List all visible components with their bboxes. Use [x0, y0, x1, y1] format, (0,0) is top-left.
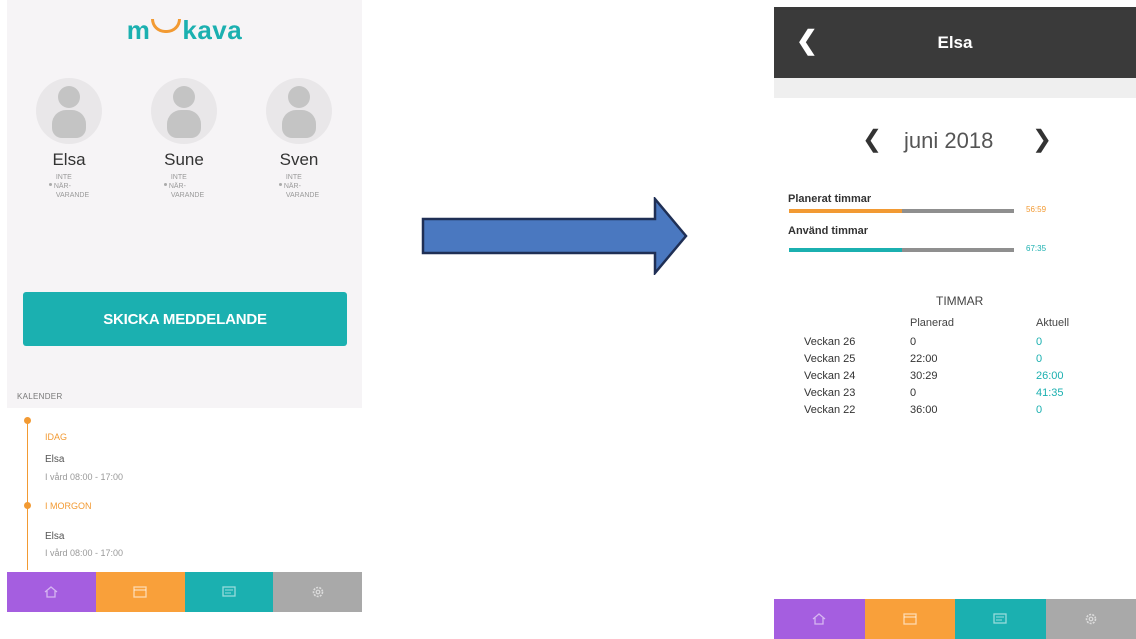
tab-messages[interactable]	[184, 572, 274, 612]
avatar	[266, 78, 332, 144]
person-name: Sven	[279, 150, 319, 169]
table-row: Veckan 22 36:00 0	[804, 401, 1069, 418]
table-row: Veckan 26 0 0	[804, 333, 1069, 350]
home-screen: m kava Elsa INTE NÄR- VARANDE Sune INTE N…	[7, 0, 362, 612]
header-bar: ❮ Elsa	[774, 7, 1136, 78]
planned-column-header: Planerad	[910, 317, 955, 329]
gear-icon	[1085, 613, 1097, 625]
tab-messages[interactable]	[955, 599, 1046, 639]
week-cell: Veckan 26	[804, 335, 856, 348]
actual-cell: 26:00	[1036, 369, 1064, 382]
used-hours-bar-fill	[789, 248, 902, 252]
calendar-list: IDAG Elsa I vård 08:00 - 17:00 I MORGON …	[7, 408, 362, 572]
person-card-sune[interactable]: Sune INTE NÄR- VARANDE	[129, 78, 239, 202]
presence-status: INTE NÄR- VARANDE	[278, 173, 319, 200]
week-column-header	[804, 317, 910, 333]
week-cell: Veckan 22	[804, 403, 856, 416]
tab-home[interactable]	[774, 599, 865, 639]
message-icon	[993, 613, 1007, 624]
calendar-icon	[903, 613, 917, 625]
week-cell: Veckan 24	[804, 369, 856, 382]
planned-cell: 22:00	[910, 352, 938, 365]
home-icon	[812, 613, 826, 625]
gear-icon	[312, 586, 323, 598]
avatar	[151, 78, 217, 144]
table-row: Veckan 25 22:00 0	[804, 350, 1069, 367]
used-hours-label: Använd timmar	[788, 225, 869, 237]
planned-cell: 30:29	[910, 369, 938, 382]
tab-settings[interactable]	[1045, 599, 1136, 639]
timeline-dot	[24, 502, 31, 509]
calendar-section-title: KALENDER	[17, 392, 63, 401]
actual-column-header: Aktuell	[1036, 317, 1070, 329]
message-icon	[222, 586, 236, 597]
send-message-button[interactable]: SKICKA MEDDELANDE	[23, 292, 347, 346]
calendar-person[interactable]: Elsa	[45, 531, 64, 542]
person-name: Elsa	[52, 150, 86, 169]
actual-cell: 0	[1036, 335, 1043, 348]
person-list: Elsa INTE NÄR- VARANDE Sune INTE NÄR- VA…	[7, 78, 362, 218]
used-hours-bar	[789, 248, 1014, 252]
presence-status: INTE NÄR- VARANDE	[163, 173, 204, 200]
person-detail-screen: ❮ Elsa ❮ juni 2018 ❯ Planerat timmar 56:…	[774, 7, 1136, 639]
timeline-line	[27, 420, 28, 570]
calendar-day-label: I MORGON	[45, 501, 92, 511]
calendar-icon	[133, 586, 147, 598]
previous-month-button[interactable]: ❮	[862, 125, 882, 154]
table-row: Veckan 23 0 41:35	[804, 384, 1069, 401]
person-name: Sune	[164, 150, 204, 169]
week-cell: Veckan 23	[804, 386, 856, 399]
calendar-person[interactable]: Elsa	[45, 454, 64, 465]
tab-settings[interactable]	[273, 572, 362, 612]
page-title: Elsa	[937, 33, 973, 52]
calendar-day-label: IDAG	[45, 432, 68, 442]
calendar-time: I vård 08:00 - 17:00	[45, 548, 124, 558]
week-cell: Veckan 25	[804, 352, 856, 365]
person-card-sven[interactable]: Sven INTE NÄR- VARANDE	[244, 78, 354, 202]
presence-status: INTE NÄR- VARANDE	[48, 173, 89, 200]
planned-hours-value: 56:59	[1026, 205, 1047, 214]
month-label: juni 2018	[904, 128, 994, 153]
month-navigator: ❮ juni 2018 ❯	[774, 125, 1136, 155]
table-row: Veckan 24 30:29 26:00	[804, 367, 1069, 384]
chevron-right-icon: ❯	[1032, 126, 1053, 153]
planned-hours-label: Planerat timmar	[788, 193, 872, 205]
person-card-elsa[interactable]: Elsa INTE NÄR- VARANDE	[14, 78, 124, 202]
tab-home[interactable]	[7, 572, 96, 612]
used-hours-value: 67:35	[1026, 244, 1047, 253]
chevron-left-icon: ❮	[862, 126, 883, 153]
timeline-dot	[24, 417, 31, 424]
actual-cell: 0	[1036, 352, 1043, 365]
bottom-tab-bar	[7, 572, 362, 612]
header-separator	[774, 78, 1136, 98]
home-icon	[44, 586, 58, 598]
hours-table: Planerad Aktuell Veckan 26 0 0 Veckan 25…	[804, 317, 1069, 418]
planned-hours-bar	[789, 209, 1014, 213]
planned-cell: 0	[910, 386, 917, 399]
tab-calendar[interactable]	[864, 599, 955, 639]
hours-table-heading: TIMMAR	[936, 294, 984, 308]
tab-calendar[interactable]	[95, 572, 185, 612]
planned-cell: 36:00	[910, 403, 938, 416]
next-month-button[interactable]: ❯	[1032, 125, 1052, 154]
transition-arrow-icon	[421, 197, 688, 275]
actual-cell: 0	[1036, 403, 1043, 416]
calendar-time: I vård 08:00 - 17:00	[45, 472, 124, 482]
planned-cell: 0	[910, 335, 917, 348]
avatar	[36, 78, 102, 144]
actual-cell: 41:35	[1036, 386, 1064, 399]
mukava-logo: m kava	[126, 15, 243, 45]
planned-hours-bar-fill	[789, 209, 902, 213]
bottom-tab-bar	[774, 599, 1136, 639]
